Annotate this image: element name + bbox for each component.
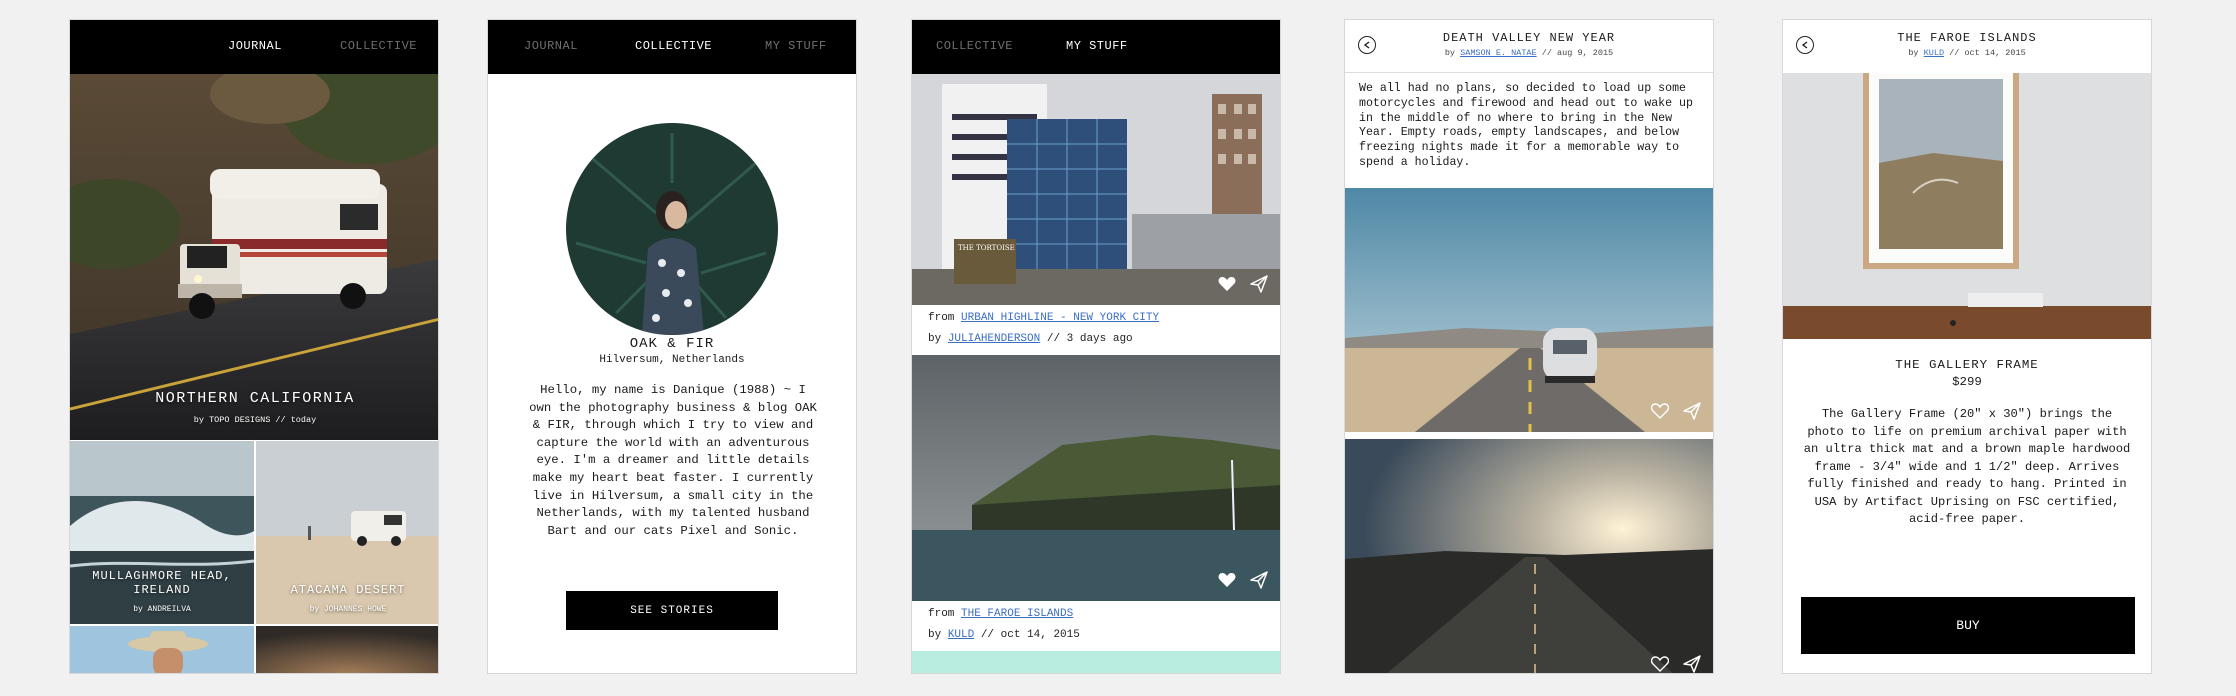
heart-icon[interactable]: [1218, 276, 1236, 292]
story-date: // oct 14, 2015: [1949, 48, 2026, 58]
tile-title: MULLAGHMORE HEAD, IRELAND: [92, 569, 232, 597]
tile-byline: by ANDREILVA: [133, 605, 191, 614]
product-price: $299: [1952, 375, 1982, 389]
story-title: THE FAROE ISLANDS: [1897, 31, 2037, 45]
product-name: THE GALLERY FRAME: [1895, 358, 2039, 372]
story-body: We all had no plans, so decided to load …: [1359, 82, 1693, 169]
story-tile-mullaghmore[interactable]: MULLAGHMORE HEAD, IRELAND by ANDREILVA: [70, 441, 254, 624]
post-source: from URBAN HIGHLINE - NEW YORK CITY: [928, 312, 1159, 324]
hero-story-title: NORTHERN CALIFORNIA: [155, 390, 355, 407]
by-label: by: [928, 333, 942, 345]
heart-icon[interactable]: [1651, 403, 1669, 419]
my-stuff-screen: COLLECTIVE MY STUFF THE TORTOISE from UR…: [911, 19, 1281, 674]
tab-collective[interactable]: COLLECTIVE: [936, 39, 1013, 53]
tortoise-sign: THE TORTOISE: [958, 244, 1015, 252]
framed-print-photo: [1783, 73, 2151, 339]
tab-collective[interactable]: COLLECTIVE: [635, 39, 712, 53]
story-link[interactable]: THE FAROE ISLANDS: [961, 608, 1073, 620]
sunset-road-photo: [1345, 439, 1713, 673]
profile-name: OAK & FIR: [629, 336, 715, 352]
hero-story-byline: by TOPO DESIGNS // today: [193, 415, 317, 425]
profile-photo: [566, 123, 778, 335]
story-byline: by KULD // oct 14, 2015: [1783, 48, 2151, 58]
post-author: by JULIAHENDERSON // 3 days ago: [928, 333, 1133, 345]
collective-profile-screen: JOURNAL COLLECTIVE MY STUFF OAK & FIR Hi…: [487, 19, 857, 674]
collective-navbar: JOURNAL COLLECTIVE MY STUFF: [488, 20, 856, 74]
saved-photo-card[interactable]: THE TORTOISE: [912, 74, 1280, 305]
journal-screen: JOURNAL COLLECTIVE NORTHERN CALIFORNIA b…: [69, 19, 439, 674]
story-photo-card[interactable]: [1345, 188, 1713, 432]
story-byline: by SAMSON E. NATAE // aug 9, 2015: [1345, 48, 1713, 58]
product-preview: [1783, 73, 2151, 339]
tab-my-stuff[interactable]: MY STUFF: [1066, 39, 1128, 53]
journal-navbar: JOURNAL COLLECTIVE: [70, 20, 438, 74]
by-label: by: [928, 629, 942, 641]
tab-my-stuff[interactable]: MY STUFF: [765, 39, 827, 53]
photo-actions: [1651, 655, 1701, 673]
tab-journal[interactable]: JOURNAL: [524, 39, 578, 53]
by-label: by: [1444, 48, 1456, 58]
post-source: from THE FAROE ISLANDS: [928, 608, 1073, 620]
author-link[interactable]: KULD: [948, 629, 974, 641]
post-author: by KULD // oct 14, 2015: [928, 629, 1080, 641]
dusk-photo: [256, 626, 438, 673]
header-divider: [1345, 72, 1713, 73]
photo-actions: [1218, 571, 1268, 589]
post-time: // oct 14, 2015: [980, 629, 1080, 641]
rv-road-photo: [70, 74, 438, 440]
send-icon[interactable]: [1250, 275, 1268, 293]
heart-icon[interactable]: [1218, 572, 1236, 588]
photo-actions: [1218, 275, 1268, 293]
heart-icon[interactable]: [1651, 656, 1669, 672]
airstream-road-photo: [1345, 188, 1713, 432]
story-detail-screen: DEATH VALLEY NEW YEAR by SAMSON E. NATAE…: [1344, 19, 1714, 674]
product-description: The Gallery Frame (20" x 30") brings the…: [1803, 407, 2131, 526]
product-screen: THE FAROE ISLANDS by KULD // oct 14, 201…: [1782, 19, 2152, 674]
profile-location: Hilversum, Netherlands: [599, 354, 745, 366]
story-title: DEATH VALLEY NEW YEAR: [1442, 31, 1616, 45]
author-link[interactable]: JULIAHENDERSON: [948, 333, 1040, 345]
send-icon[interactable]: [1683, 402, 1701, 420]
author-link[interactable]: SAMSON E. NATAE: [1460, 48, 1537, 58]
author-link[interactable]: KULD: [1924, 48, 1944, 58]
city-buildings-photo: [912, 74, 1280, 305]
from-label: from: [928, 312, 955, 324]
man-hat-photo: [70, 626, 254, 673]
see-stories-button[interactable]: SEE STORIES: [566, 591, 778, 630]
hero-story-card[interactable]: NORTHERN CALIFORNIA by TOPO DESIGNS // t…: [70, 74, 438, 440]
next-photo-peek: [912, 651, 1280, 673]
photo-actions: [1651, 402, 1701, 420]
avatar: [566, 123, 778, 335]
story-tile-sunset[interactable]: [256, 626, 438, 673]
story-date: // aug 9, 2015: [1541, 48, 1614, 58]
send-icon[interactable]: [1250, 571, 1268, 589]
tile-title: ATACAMA DESERT: [290, 583, 406, 597]
story-photo-card[interactable]: [1345, 439, 1713, 673]
saved-photo-card[interactable]: [912, 355, 1280, 601]
from-label: from: [928, 608, 955, 620]
post-time: // 3 days ago: [1046, 333, 1133, 345]
story-tile-portrait[interactable]: [70, 626, 254, 673]
send-icon[interactable]: [1683, 655, 1701, 673]
tile-byline: by JOHANNES HOWE: [309, 605, 387, 614]
faroe-cliff-photo: [912, 355, 1280, 601]
story-link[interactable]: URBAN HIGHLINE - NEW YORK CITY: [961, 312, 1159, 324]
my-stuff-navbar: COLLECTIVE MY STUFF: [912, 20, 1280, 74]
buy-button[interactable]: BUY: [1801, 597, 2135, 654]
by-label: by: [1908, 48, 1919, 58]
profile-bio: Hello, my name is Danique (1988) ~ I own…: [529, 383, 817, 538]
story-tile-atacama[interactable]: ATACAMA DESERT by JOHANNES HOWE: [256, 441, 438, 624]
tab-collective[interactable]: COLLECTIVE: [340, 39, 417, 53]
tab-journal[interactable]: JOURNAL: [228, 39, 282, 53]
